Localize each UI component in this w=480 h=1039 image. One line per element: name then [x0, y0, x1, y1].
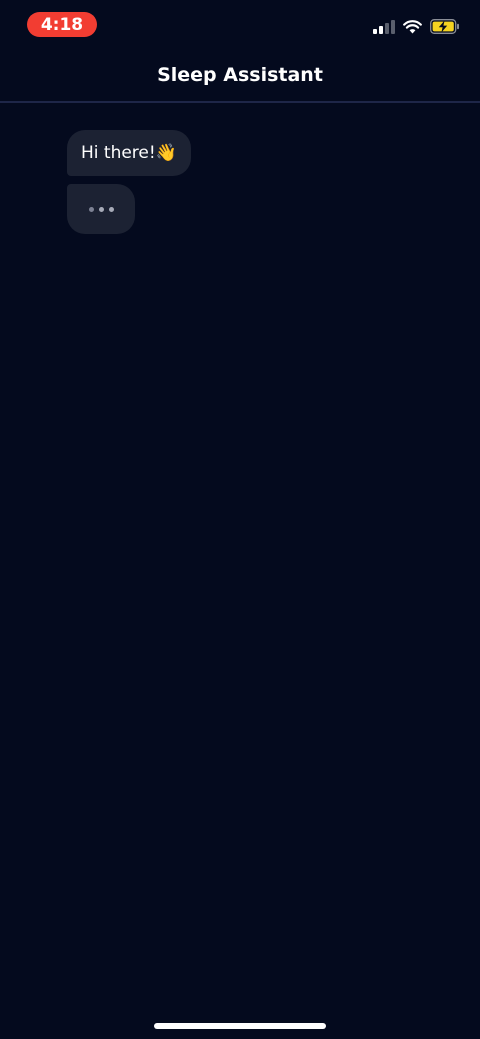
typing-dot: [108, 206, 114, 212]
status-time[interactable]: 4:18: [27, 12, 97, 37]
typing-indicator: [67, 184, 135, 234]
cellular-signal-icon: [373, 19, 395, 34]
home-indicator[interactable]: [154, 1023, 326, 1029]
header-divider: [0, 101, 480, 103]
battery-charging-icon: [430, 19, 459, 34]
assistant-message-bubble: Hi there!👋: [67, 130, 191, 176]
status-icons: [373, 19, 460, 34]
status-bar: 4:18: [0, 0, 480, 48]
typing-dot: [98, 206, 104, 212]
typing-dot: [88, 206, 94, 212]
wifi-icon: [403, 19, 422, 33]
chat-thread: Hi there!👋: [67, 130, 191, 234]
page-title: Sleep Assistant: [157, 63, 323, 86]
